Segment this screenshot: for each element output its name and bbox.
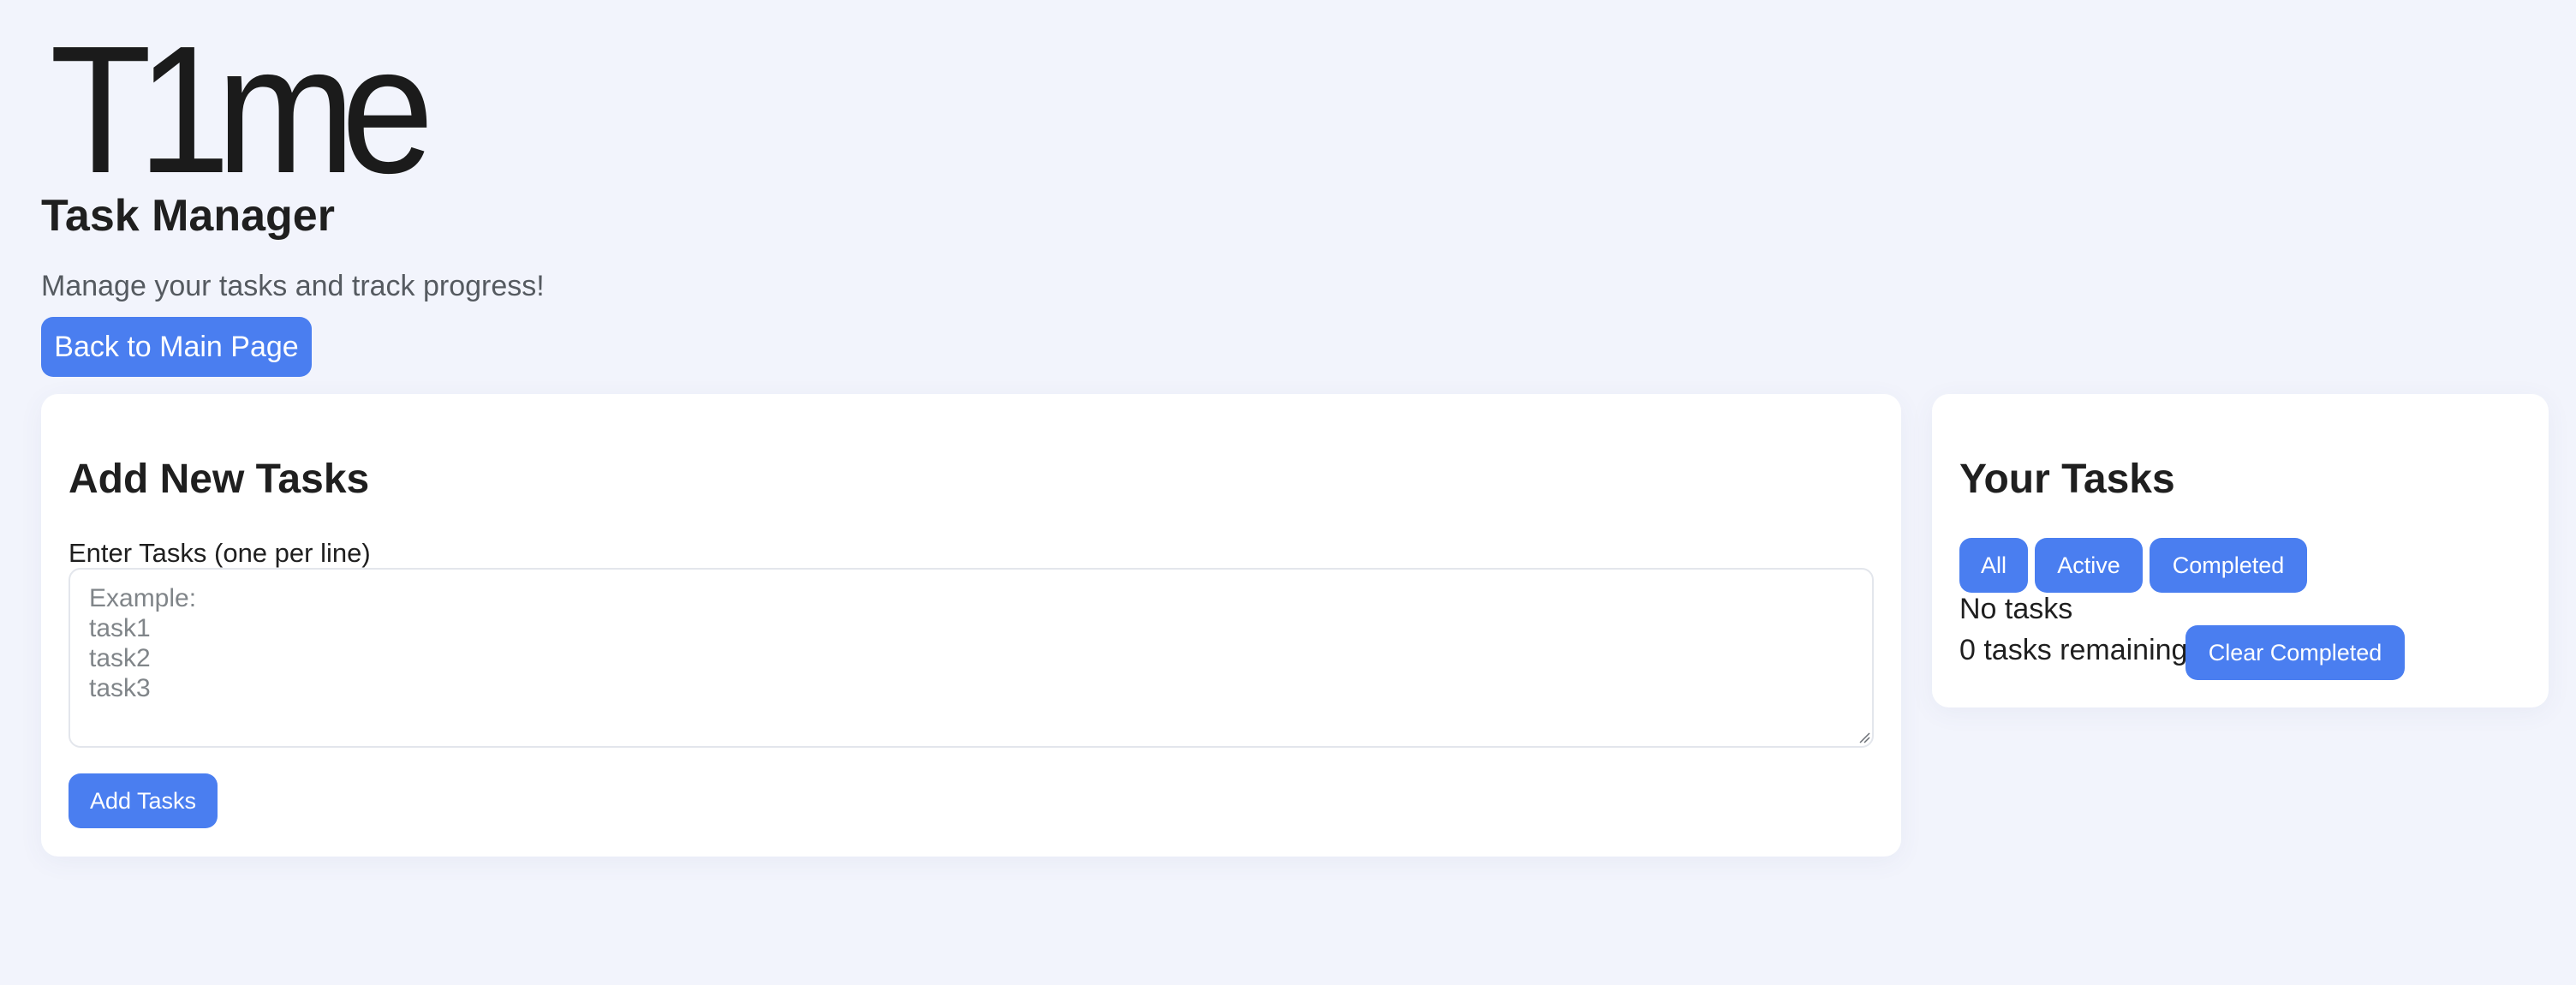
your-tasks-card: Your Tasks All Active Completed No tasks… xyxy=(1932,394,2549,707)
back-to-main-button[interactable]: Back to Main Page xyxy=(41,317,312,377)
filter-all-button[interactable]: All xyxy=(1959,538,2028,593)
add-tasks-heading: Add New Tasks xyxy=(69,457,370,502)
tasks-input-label: Enter Tasks (one per line) xyxy=(69,538,371,568)
tasks-remaining-count: 0 tasks remaining xyxy=(1959,634,2188,666)
page-title: Task Manager xyxy=(41,191,335,241)
tasks-input[interactable] xyxy=(69,568,1874,748)
page-subtitle: Manage your tasks and track progress! xyxy=(41,270,545,302)
filter-completed-button[interactable]: Completed xyxy=(2150,538,2307,593)
filter-active-button[interactable]: Active xyxy=(2035,538,2143,593)
empty-task-list-message: No tasks xyxy=(1959,593,2073,625)
add-tasks-button[interactable]: Add Tasks xyxy=(69,773,218,828)
task-filter-group: All Active Completed xyxy=(1959,538,2307,593)
add-tasks-card: Add New Tasks Enter Tasks (one per line)… xyxy=(41,394,1901,857)
clear-completed-button[interactable]: Clear Completed xyxy=(2185,625,2405,680)
your-tasks-heading: Your Tasks xyxy=(1959,457,2175,502)
resize-handle-icon[interactable] xyxy=(1858,731,1870,743)
app-logo: T1me xyxy=(50,8,434,211)
